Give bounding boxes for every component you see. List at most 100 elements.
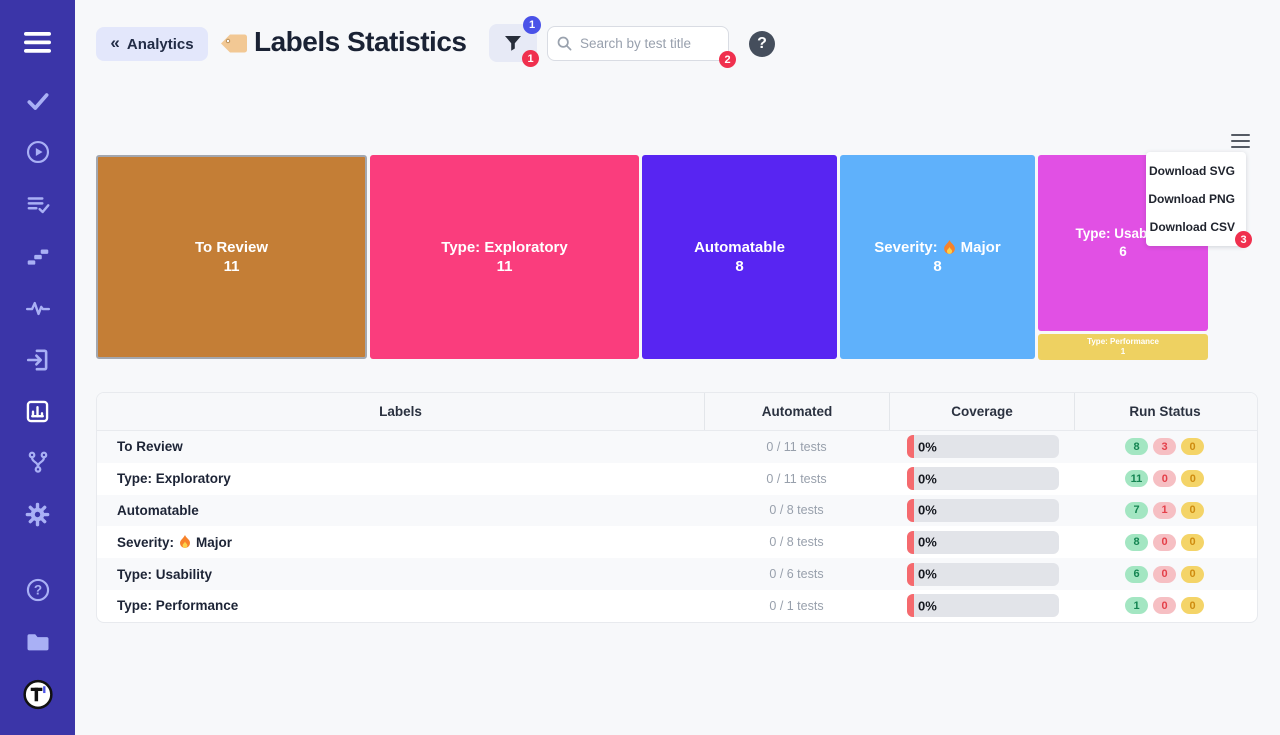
column-header-coverage: Coverage [889, 393, 1074, 430]
column-header-automated: Automated [704, 393, 889, 430]
label-name: Type: Performance [97, 598, 704, 613]
failed-badge: 0 [1153, 597, 1176, 614]
treemap-label: Type: Exploratory [441, 238, 567, 258]
label-name: To Review [97, 439, 704, 454]
coverage-bar: 0% [907, 467, 1059, 490]
pulse-icon[interactable] [23, 293, 53, 323]
table-row[interactable]: To Review 0 / 11 tests 0% 8 3 0 [97, 431, 1257, 463]
treemap-value: 8 [933, 257, 941, 277]
treemap-label: Type: Performance [1087, 337, 1159, 347]
filter-count-badge: 1 [523, 16, 541, 34]
automated-count: 0 / 8 tests [704, 503, 889, 517]
table-row[interactable]: Type: Usability 0 / 6 tests 0% 6 0 0 [97, 558, 1257, 590]
failed-badge: 0 [1153, 566, 1176, 583]
automated-count: 0 / 11 tests [704, 440, 889, 454]
coverage-bar: 0% [907, 594, 1059, 617]
treemap-block-to-review[interactable]: To Review 11 [96, 155, 367, 359]
coverage-percent: 0% [918, 535, 937, 550]
label-name: Type: Exploratory [97, 471, 704, 486]
passed-badge: 8 [1125, 534, 1148, 551]
failed-badge: 0 [1153, 534, 1176, 551]
treemap-block-type-exploratory[interactable]: Type: Exploratory 11 [370, 155, 639, 359]
automated-count: 0 / 1 tests [704, 599, 889, 613]
treemap-label: Major [961, 238, 1001, 258]
branches-icon[interactable] [23, 447, 53, 477]
coverage-percent: 0% [918, 471, 937, 486]
back-button-label: Analytics [127, 36, 194, 53]
treemap-block-severity-major[interactable]: Severity: Major 8 [840, 155, 1035, 359]
menu-item-download-png[interactable]: Download PNG [1146, 185, 1246, 213]
menu-item-download-svg[interactable]: Download SVG [1146, 157, 1246, 185]
skipped-badge: 0 [1181, 534, 1204, 551]
automated-count: 0 / 11 tests [704, 472, 889, 486]
coverage-percent: 0% [918, 439, 937, 454]
chart-export-menu: Download SVG Download PNG Download CSV [1146, 152, 1246, 246]
svg-text:?: ? [33, 583, 41, 598]
steps-icon[interactable] [23, 241, 53, 271]
treemap-block-automatable[interactable]: Automatable 8 [642, 155, 837, 359]
tests-check-icon[interactable] [23, 86, 53, 116]
treemap-value: 6 [1119, 243, 1127, 261]
passed-badge: 6 [1125, 566, 1148, 583]
analytics-bar-chart-icon[interactable] [23, 396, 53, 426]
coverage-bar: 0% [907, 499, 1059, 522]
app-screen: ? « Analytics Labels Statistics 1 1 2 ? … [0, 0, 1280, 735]
runs-play-icon[interactable] [23, 137, 53, 167]
import-icon[interactable] [23, 345, 53, 375]
skipped-badge: 0 [1181, 470, 1204, 487]
chart-menu-icon[interactable] [1231, 134, 1250, 148]
coverage-bar: 0% [907, 531, 1059, 554]
table-row[interactable]: Type: Exploratory 0 / 11 tests 0% 11 0 0 [97, 463, 1257, 495]
tutorial-step-2-badge: 2 [719, 51, 736, 68]
search-icon [557, 36, 572, 51]
label-name: Automatable [97, 503, 704, 518]
passed-badge: 11 [1125, 470, 1149, 487]
coverage-tick [907, 435, 914, 458]
column-header-run-status: Run Status [1074, 393, 1255, 430]
projects-folder-icon[interactable] [23, 627, 53, 657]
automated-count: 0 / 8 tests [704, 535, 889, 549]
failed-badge: 1 [1153, 502, 1176, 519]
back-to-analytics-button[interactable]: « Analytics [96, 27, 208, 61]
skipped-badge: 0 [1181, 438, 1204, 455]
automated-count: 0 / 6 tests [704, 567, 889, 581]
coverage-tick [907, 594, 914, 617]
settings-gear-icon[interactable] [23, 499, 53, 529]
coverage-tick [907, 563, 914, 586]
treemap-block-type-performance[interactable]: Type: Performance 1 [1038, 334, 1208, 360]
failed-badge: 3 [1153, 438, 1176, 455]
passed-badge: 8 [1125, 438, 1148, 455]
table-row[interactable]: Severity: Major 0 / 8 tests 0% 8 0 0 [97, 526, 1257, 558]
tutorial-step-1-badge: 1 [522, 50, 539, 67]
filter-funnel-icon [504, 35, 522, 52]
column-header-labels: Labels [97, 393, 704, 430]
treemap-label: Severity: [874, 238, 937, 258]
tutorial-step-3-badge: 3 [1235, 231, 1252, 248]
coverage-tick [907, 531, 914, 554]
page-title: Labels Statistics [254, 26, 466, 58]
help-circle-icon[interactable]: ? [23, 575, 53, 605]
table-row[interactable]: Type: Performance 0 / 1 tests 0% 1 0 0 [97, 590, 1257, 622]
coverage-percent: 0% [918, 503, 937, 518]
label-tag-icon [219, 32, 249, 60]
menu-item-download-csv[interactable]: Download CSV [1146, 213, 1246, 241]
treemap-label: To Review [195, 238, 268, 258]
treemap-value: 11 [224, 257, 240, 277]
table-row[interactable]: Automatable 0 / 8 tests 0% 7 1 0 [97, 495, 1257, 527]
treemap-value: 1 [1121, 347, 1125, 357]
search-input[interactable] [547, 26, 729, 61]
coverage-tick [907, 499, 914, 522]
help-button[interactable]: ? [749, 31, 775, 57]
skipped-badge: 0 [1181, 597, 1204, 614]
test-plans-icon[interactable] [23, 190, 53, 220]
coverage-tick [907, 467, 914, 490]
passed-badge: 1 [1125, 597, 1148, 614]
label-name: Major [196, 535, 232, 550]
coverage-percent: 0% [918, 598, 937, 613]
skipped-badge: 0 [1181, 502, 1204, 519]
testomat-logo[interactable] [23, 679, 53, 709]
label-name: Severity: [117, 535, 174, 550]
treemap-value: 8 [735, 257, 743, 277]
table-header-row: Labels Automated Coverage Run Status [97, 393, 1257, 431]
menu-icon[interactable] [23, 27, 53, 57]
